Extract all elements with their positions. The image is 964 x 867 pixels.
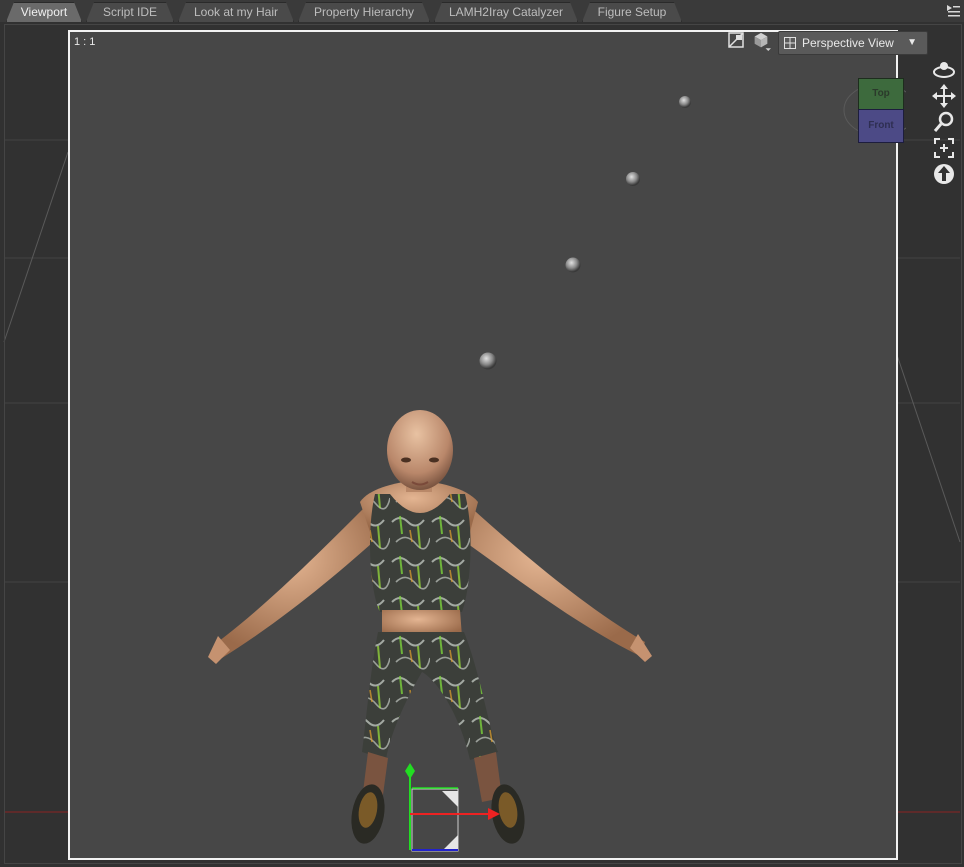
- light-sphere: [479, 352, 497, 370]
- tab-figure-setup[interactable]: Figure Setup: [582, 2, 682, 22]
- tab-lamh2iray-catalyzer[interactable]: LAMH2Iray Catalyzer: [434, 2, 578, 22]
- tab-viewport[interactable]: Viewport: [6, 2, 82, 22]
- draw-style-icon[interactable]: [751, 31, 771, 51]
- render-preview-icon[interactable]: [727, 31, 747, 51]
- light-sphere: [565, 257, 581, 273]
- camera-tools: [928, 58, 960, 228]
- tab-look-at-my-hair[interactable]: Look at my Hair: [178, 2, 294, 22]
- light-sphere: [626, 172, 640, 186]
- zoom-icon[interactable]: [932, 110, 956, 134]
- chevron-down-icon: ▼: [907, 37, 917, 48]
- nav-cube-front[interactable]: Front: [858, 109, 904, 143]
- render-canvas[interactable]: 1 : 1: [68, 30, 898, 860]
- grid-icon: [784, 37, 796, 49]
- tab-script-ide[interactable]: Script IDE: [86, 2, 174, 22]
- orbit-icon[interactable]: [932, 58, 956, 82]
- figure: [208, 410, 652, 844]
- view-selector[interactable]: Perspective View ▼: [778, 31, 928, 55]
- figure-pants: [362, 632, 498, 760]
- tab-bar: Viewport Script IDE Look at my Hair Prop…: [0, 0, 964, 23]
- pan-icon[interactable]: [932, 84, 956, 108]
- navigation-cube[interactable]: Top Front: [842, 76, 906, 146]
- frame-icon[interactable]: [932, 136, 956, 160]
- pane-menu-icon[interactable]: [944, 2, 962, 20]
- viewport-pane[interactable]: 1 : 1 Perspective View ▼ Top Front: [0, 22, 964, 867]
- view-selector-label: Perspective View: [802, 36, 894, 50]
- figure-head: [387, 410, 453, 490]
- nav-cube-top[interactable]: Top: [858, 78, 904, 110]
- scene-render: [208, 96, 691, 852]
- light-sphere: [679, 96, 691, 108]
- reset-camera-icon[interactable]: [932, 162, 956, 186]
- tab-property-hierarchy[interactable]: Property Hierarchy: [298, 2, 430, 22]
